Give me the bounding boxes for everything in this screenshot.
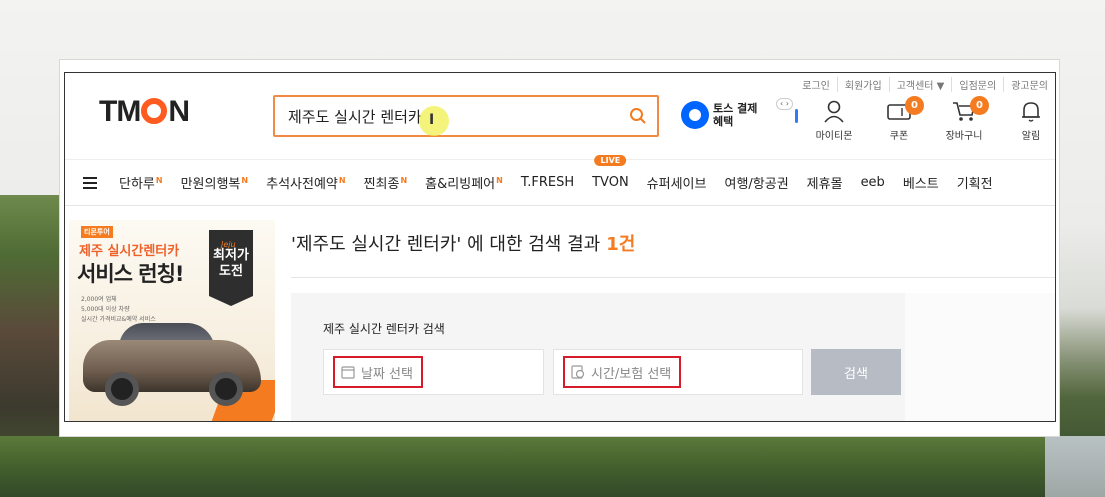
clock-document-icon bbox=[571, 365, 585, 379]
nav-item-supersave[interactable]: 슈퍼세이브 bbox=[647, 173, 707, 192]
nav-item-eeb[interactable]: eeb bbox=[861, 175, 885, 190]
nav-item-special[interactable]: 기획전 bbox=[957, 173, 993, 192]
ad-inquiry-link[interactable]: 광고문의 bbox=[1003, 77, 1055, 92]
background-hill bbox=[0, 436, 1105, 497]
time-insurance-highlight[interactable]: 시간/보험 선택 bbox=[563, 356, 682, 388]
banner-sign-script: Jeju bbox=[221, 240, 236, 249]
toss-benefit[interactable]: 토스 결제혜택 bbox=[681, 101, 759, 129]
date-select-field[interactable]: 날짜 선택 bbox=[323, 349, 544, 395]
nav-item-best[interactable]: 베스트 bbox=[903, 173, 939, 192]
category-nav: 단하루N 만원의행복N 추석사전예약N 찐최종N 홈&리빙페어N T.FRESH… bbox=[65, 155, 1055, 206]
nav-item-manwon[interactable]: 만원의행복N bbox=[181, 173, 249, 192]
calendar-icon bbox=[341, 366, 355, 379]
rentcar-search-panel: 제주 실시간 렌터카 검색 날짜 선택 시간/보험 선택 검색 bbox=[291, 293, 1055, 421]
bell-icon bbox=[1022, 102, 1040, 122]
nav-item-partner-mall[interactable]: 제휴몰 bbox=[807, 173, 843, 192]
next-banner-edge bbox=[795, 109, 798, 123]
result-divider bbox=[291, 277, 1055, 278]
nav-item-tfresh[interactable]: T.FRESH bbox=[521, 175, 574, 190]
coupon-count-badge: 0 bbox=[905, 96, 924, 115]
banner-bullet: 2,000여 업체 bbox=[81, 296, 117, 303]
signup-link[interactable]: 회원가입 bbox=[836, 77, 889, 92]
search-result-title: '제주도 실시간 렌터카' 에 대한 검색 결과 1건 bbox=[291, 234, 636, 255]
customer-center-link[interactable]: 고객센터 ▼ bbox=[888, 77, 952, 92]
toss-logo-icon bbox=[681, 101, 709, 129]
car-wheel bbox=[105, 372, 139, 406]
banner-bullet: 실시간 가격비교&예약 서비스 bbox=[81, 316, 156, 323]
logo-o-icon bbox=[141, 98, 168, 124]
nav-item-travel[interactable]: 여행/항공권 bbox=[724, 173, 788, 192]
tmon-logo[interactable]: TM N bbox=[99, 95, 190, 129]
login-link[interactable]: 로그인 bbox=[795, 77, 837, 92]
user-icon bbox=[824, 100, 844, 123]
coupon-button[interactable]: 0 쿠폰 bbox=[871, 96, 927, 142]
banner-tag: 티몬투어 bbox=[81, 226, 113, 238]
text-cursor-icon: I bbox=[429, 112, 435, 128]
car-wheel bbox=[209, 372, 243, 406]
nav-item-tvon[interactable]: LIVE TVON bbox=[592, 155, 629, 190]
cart-button[interactable]: 0 장바구니 bbox=[936, 96, 992, 142]
time-insurance-field[interactable]: 시간/보험 선택 bbox=[553, 349, 803, 395]
nav-item-jjin[interactable]: 찐최종N bbox=[364, 173, 408, 192]
banner-headline: 제주 실시간렌터카 bbox=[79, 244, 180, 259]
live-badge: LIVE bbox=[594, 155, 627, 166]
nav-item-dan-haru[interactable]: 단하루N bbox=[119, 173, 163, 192]
partner-inquiry-link[interactable]: 입점문의 bbox=[951, 77, 1003, 92]
panel-title: 제주 실시간 렌터카 검색 bbox=[323, 322, 445, 336]
nav-item-home-living[interactable]: 홈&리빙페어N bbox=[425, 173, 503, 192]
tmon-page: 로그인 회원가입 고객센터 ▼ 입점문의 광고문의 TMN I 토스 결제혜택 … bbox=[64, 72, 1056, 422]
alarm-button[interactable]: 알림 bbox=[1003, 99, 1055, 142]
rentcar-search-button[interactable]: 검색 bbox=[811, 349, 901, 395]
banner-launch-text: 서비스 런칭! bbox=[77, 262, 184, 286]
my-tmon-button[interactable]: 마이티몬 bbox=[806, 99, 862, 142]
search-box[interactable] bbox=[273, 95, 659, 137]
search-icon[interactable] bbox=[629, 107, 647, 125]
banner-bullet: 5,000대 이상 차량 bbox=[81, 306, 130, 313]
panel-right-area bbox=[905, 293, 1055, 421]
time-placeholder: 시간/보험 선택 bbox=[591, 366, 672, 382]
jeju-rentcar-banner[interactable]: 티몬투어 제주 실시간렌터카 서비스 런칭! 2,000여 업체 5,000대 … bbox=[69, 220, 275, 421]
date-select-highlight[interactable]: 날짜 선택 bbox=[333, 356, 423, 388]
menu-icon[interactable] bbox=[83, 174, 97, 192]
cart-count-badge: 0 bbox=[970, 96, 989, 115]
result-count: 1건 bbox=[606, 234, 636, 255]
banner-pager[interactable]: ‹ › bbox=[776, 98, 793, 110]
utility-links: 로그인 회원가입 고객센터 ▼ 입점문의 광고문의 bbox=[795, 77, 1055, 92]
date-placeholder: 날짜 선택 bbox=[361, 366, 413, 382]
nav-item-chuseok[interactable]: 추석사전예약N bbox=[266, 173, 345, 192]
background-sea bbox=[1045, 436, 1105, 497]
